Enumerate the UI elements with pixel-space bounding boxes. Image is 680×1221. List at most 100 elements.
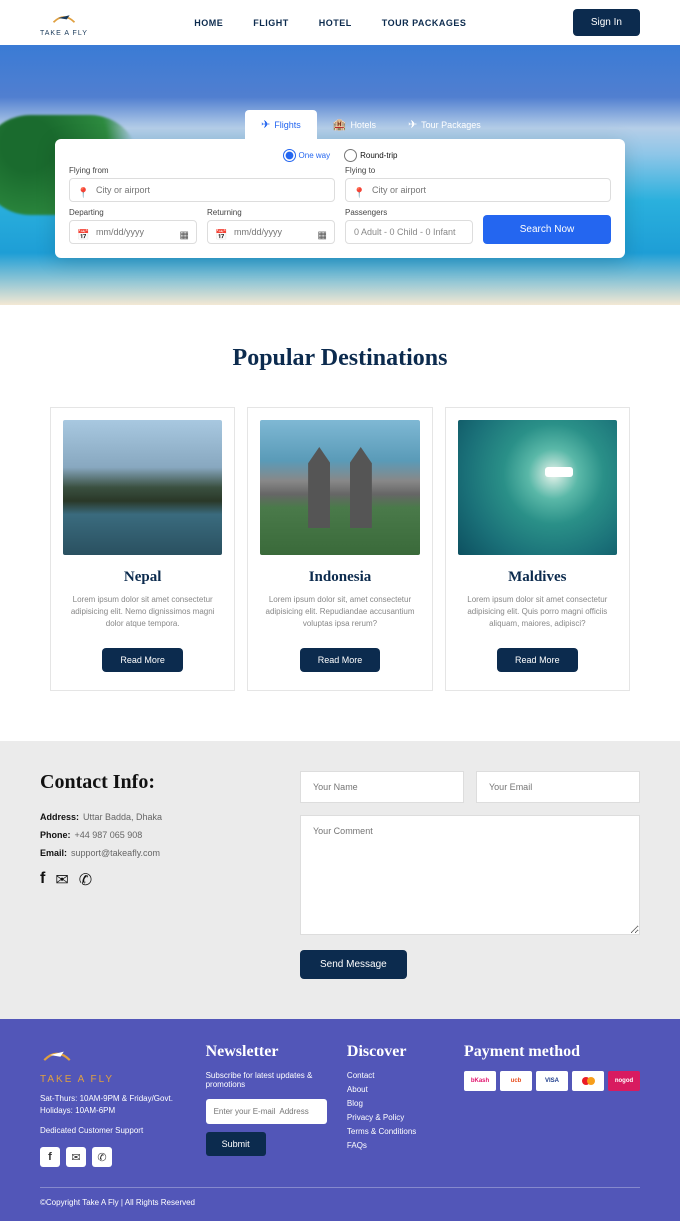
- header: TAKE A FLY HOME FLIGHT HOTEL TOUR PACKAG…: [0, 0, 680, 45]
- email-input[interactable]: [476, 771, 640, 803]
- to-label: Flying to: [345, 166, 611, 175]
- card-indonesia: Indonesia Lorem ipsum dolor sit, amet co…: [247, 407, 432, 691]
- social-links: f ✉ ✆: [40, 870, 240, 890]
- logo-icon: [50, 8, 78, 28]
- footer-support: Dedicated Customer Support: [40, 1125, 186, 1137]
- globe-icon: ✈: [408, 118, 417, 131]
- calendar-picker-icon[interactable]: ▦: [180, 230, 189, 241]
- oneway-radio[interactable]: One way: [283, 149, 331, 162]
- discover-title: Discover: [347, 1043, 444, 1061]
- popular-title: Popular Destinations: [50, 345, 630, 372]
- link-terms[interactable]: Terms & Conditions: [347, 1127, 444, 1136]
- popular-section: Popular Destinations Nepal Lorem ipsum d…: [0, 305, 680, 741]
- footer-hours: Sat-Thurs: 10AM-9PM & Friday/Govt. Holid…: [40, 1093, 186, 1117]
- tab-flights[interactable]: ✈Flights: [245, 110, 317, 139]
- search-body: One way Round-trip Flying from 📍 Flying …: [55, 139, 625, 258]
- main-nav: HOME FLIGHT HOTEL TOUR PACKAGES: [194, 18, 466, 28]
- contact-info: Contact Info: Address:Uttar Badda, Dhaka…: [40, 771, 240, 979]
- contact-address: Address:Uttar Badda, Dhaka: [40, 812, 240, 822]
- card-maldives: Maldives Lorem ipsum dolor sit amet cons…: [445, 407, 630, 691]
- card-image: [260, 420, 419, 555]
- nav-hotel[interactable]: HOTEL: [319, 18, 352, 28]
- contact-email: Email:support@takeafly.com: [40, 848, 240, 858]
- card-title: Nepal: [63, 569, 222, 586]
- hotel-icon: 🏨: [333, 118, 347, 131]
- footer-socials: f ✉ ✆: [40, 1147, 186, 1167]
- logo[interactable]: TAKE A FLY: [40, 8, 88, 37]
- comment-input[interactable]: [300, 815, 640, 935]
- messenger-icon[interactable]: ✉: [55, 870, 68, 890]
- facebook-icon[interactable]: f: [40, 1147, 60, 1167]
- return-label: Returning: [207, 208, 335, 217]
- footer-discover-col: Discover Contact About Blog Privacy & Po…: [347, 1043, 444, 1167]
- payment-nogod: nogod: [608, 1071, 640, 1091]
- card-text: Lorem ipsum dolor sit, amet consectetur …: [260, 594, 419, 630]
- location-icon: 📍: [77, 188, 89, 199]
- search-panel: ✈Flights 🏨Hotels ✈Tour Packages One way …: [55, 110, 625, 258]
- payment-visa: VISA: [536, 1071, 568, 1091]
- payment-methods: bKash ucb VISA nogod: [464, 1071, 640, 1091]
- pax-input[interactable]: [345, 220, 473, 244]
- nav-tours[interactable]: TOUR PACKAGES: [382, 18, 467, 28]
- nav-flight[interactable]: FLIGHT: [253, 18, 289, 28]
- tab-hotels[interactable]: 🏨Hotels: [317, 110, 392, 139]
- newsletter-title: Newsletter: [206, 1043, 327, 1061]
- link-privacy[interactable]: Privacy & Policy: [347, 1113, 444, 1122]
- tab-tours[interactable]: ✈Tour Packages: [392, 110, 497, 139]
- contact-title: Contact Info:: [40, 771, 240, 794]
- messenger-icon[interactable]: ✉: [66, 1147, 86, 1167]
- calendar-icon: 📅: [77, 230, 89, 241]
- newsletter-sub: Subscribe for latest updates & promotion…: [206, 1071, 327, 1089]
- whatsapp-icon[interactable]: ✆: [92, 1147, 112, 1167]
- newsletter-submit[interactable]: Submit: [206, 1132, 266, 1156]
- contact-phone: Phone:+44 987 065 908: [40, 830, 240, 840]
- link-contact[interactable]: Contact: [347, 1071, 444, 1080]
- copyright: ©Copyright Take A Fly | All Rights Reser…: [40, 1187, 640, 1207]
- facebook-icon[interactable]: f: [40, 870, 45, 890]
- search-button[interactable]: Search Now: [483, 215, 611, 244]
- search-tabs: ✈Flights 🏨Hotels ✈Tour Packages: [245, 110, 625, 139]
- readmore-button[interactable]: Read More: [102, 648, 183, 672]
- pax-label: Passengers: [345, 208, 473, 217]
- from-label: Flying from: [69, 166, 335, 175]
- depart-label: Departing: [69, 208, 197, 217]
- footer-brand-col: TAKE A FLY Sat-Thurs: 10AM-9PM & Friday/…: [40, 1043, 186, 1167]
- whatsapp-icon[interactable]: ✆: [79, 870, 92, 890]
- payment-bkash: bKash: [464, 1071, 496, 1091]
- to-input[interactable]: [345, 178, 611, 202]
- readmore-button[interactable]: Read More: [300, 648, 381, 672]
- roundtrip-radio[interactable]: Round-trip: [344, 149, 397, 162]
- card-title: Indonesia: [260, 569, 419, 586]
- calendar-icon: 📅: [215, 230, 227, 241]
- card-title: Maldives: [458, 569, 617, 586]
- newsletter-input[interactable]: [206, 1099, 327, 1124]
- logo-text: TAKE A FLY: [40, 30, 88, 37]
- nav-home[interactable]: HOME: [194, 18, 223, 28]
- footer: TAKE A FLY Sat-Thurs: 10AM-9PM & Friday/…: [0, 1019, 680, 1221]
- footer-links: Contact About Blog Privacy & Policy Term…: [347, 1071, 444, 1150]
- contact-section: Contact Info: Address:Uttar Badda, Dhaka…: [0, 741, 680, 1019]
- card-image: [63, 420, 222, 555]
- hero: ✈Flights 🏨Hotels ✈Tour Packages One way …: [0, 45, 680, 305]
- send-button[interactable]: Send Message: [300, 950, 407, 979]
- footer-newsletter-col: Newsletter Subscribe for latest updates …: [206, 1043, 327, 1167]
- trip-type: One way Round-trip: [69, 149, 611, 162]
- card-image: [458, 420, 617, 555]
- plane-icon: ✈: [261, 118, 270, 131]
- from-input[interactable]: [69, 178, 335, 202]
- readmore-button[interactable]: Read More: [497, 648, 578, 672]
- contact-form: Send Message: [300, 771, 640, 979]
- card-text: Lorem ipsum dolor sit amet consectetur a…: [458, 594, 617, 630]
- link-faqs[interactable]: FAQs: [347, 1141, 444, 1150]
- payment-title: Payment method: [464, 1043, 640, 1061]
- card-nepal: Nepal Lorem ipsum dolor sit amet consect…: [50, 407, 235, 691]
- payment-mastercard: [572, 1071, 604, 1091]
- payment-ucb: ucb: [500, 1071, 532, 1091]
- footer-payment-col: Payment method bKash ucb VISA nogod: [464, 1043, 640, 1167]
- link-about[interactable]: About: [347, 1085, 444, 1094]
- name-input[interactable]: [300, 771, 464, 803]
- link-blog[interactable]: Blog: [347, 1099, 444, 1108]
- signin-button[interactable]: Sign In: [573, 9, 640, 36]
- footer-logo-text: TAKE A FLY: [40, 1074, 186, 1085]
- calendar-picker-icon[interactable]: ▦: [318, 230, 327, 241]
